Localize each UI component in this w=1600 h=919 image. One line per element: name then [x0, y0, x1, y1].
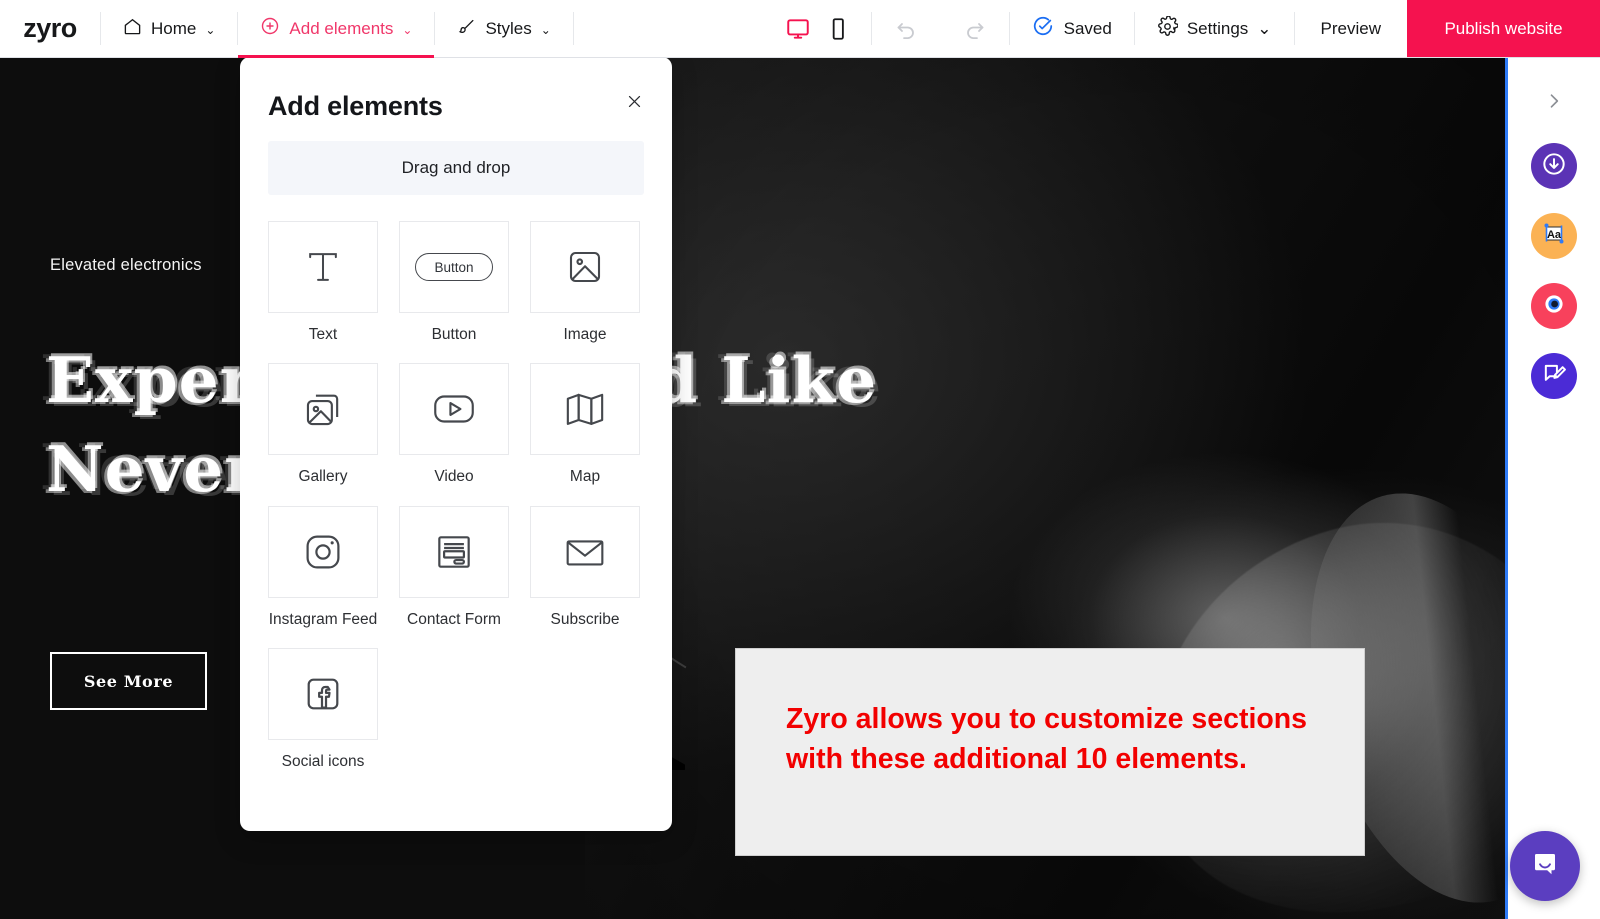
element-tile-label: Button [431, 326, 477, 343]
element-tile-label: Gallery [298, 468, 348, 486]
nav-item-add-elements[interactable]: Add elements ⌄ [238, 0, 435, 58]
publish-label: Publish website [1444, 18, 1563, 38]
elements-grid: Text Button Button Image Gallery Video M… [268, 221, 644, 791]
saved-status[interactable]: Saved [1010, 0, 1134, 57]
device-toggle-group [765, 0, 871, 57]
element-tile-label: Text [308, 326, 338, 343]
preview-button[interactable]: Preview [1295, 0, 1407, 57]
undo-redo-group [872, 0, 1009, 57]
nav-item-styles-label: Styles [485, 18, 532, 38]
tile-icon-box [399, 505, 509, 598]
nav-item-home[interactable]: Home ⌄ [101, 0, 237, 57]
chevron-down-icon: ⌄ [540, 22, 551, 37]
chevron-right-icon[interactable] [1539, 86, 1569, 116]
panel-title: Add elements [268, 91, 443, 121]
drag-and-drop-label: Drag and drop [401, 158, 511, 177]
element-tile-image[interactable]: Image [530, 221, 640, 345]
brush-icon [457, 17, 476, 41]
download-button[interactable] [1531, 143, 1577, 189]
drag-and-drop-zone[interactable]: Drag and drop [268, 141, 644, 195]
element-tile-social-icons[interactable]: Social icons [268, 648, 378, 772]
add-elements-panel[interactable]: Add elements Drag and drop Text Button B… [240, 57, 672, 831]
gear-icon [1157, 14, 1179, 42]
publish-website-button[interactable]: Publish website [1407, 0, 1600, 57]
element-tile-instagram-feed[interactable]: Instagram Feed [268, 505, 378, 630]
eye-icon [1539, 289, 1569, 324]
home-icon [123, 17, 142, 41]
top-toolbar: zyro Home ⌄ Add elements ⌄ Styles ⌄ Save… [0, 0, 1600, 58]
chat-launcher-button[interactable] [1510, 831, 1580, 901]
button-icon-label: Button [434, 259, 474, 275]
chat-bubble-icon [1528, 847, 1562, 886]
element-tile-label: Subscribe [550, 610, 620, 628]
plus-circle-icon [260, 16, 280, 41]
chevron-down-icon: ⌄ [205, 22, 216, 37]
ai-writer-button[interactable] [1531, 353, 1577, 399]
panel-header: Add elements [240, 57, 672, 122]
element-tile-label: Instagram Feed [268, 610, 378, 628]
element-tile-label: Contact Form [407, 610, 501, 628]
undo-icon[interactable] [872, 17, 940, 41]
settings-label: Settings [1186, 18, 1249, 38]
tile-icon-box [268, 363, 378, 456]
tile-icon-box: Button [399, 221, 509, 313]
nav-item-styles[interactable]: Styles ⌄ [435, 0, 572, 57]
element-tile-contact-form[interactable]: Contact Form [399, 505, 509, 630]
tile-icon-box [399, 363, 509, 456]
see-more-button[interactable]: See More [50, 652, 207, 710]
tile-icon-box [268, 648, 378, 741]
chevron-down-icon: ⌄ [402, 22, 413, 37]
right-sidebar: Aa [1505, 58, 1600, 919]
see-more-label: See More [83, 671, 174, 691]
desktop-view-icon[interactable] [785, 16, 811, 42]
tile-icon-box [268, 505, 378, 598]
text-frame-aa-icon: Aa [1539, 219, 1569, 254]
element-tile-label: Video [434, 468, 474, 486]
element-tile-map[interactable]: Map [530, 363, 640, 487]
settings-menu[interactable]: Settings ⌄ [1135, 0, 1294, 57]
preview-label: Preview [1320, 18, 1381, 38]
tile-icon-box [530, 221, 640, 313]
element-tile-video[interactable]: Video [399, 363, 509, 487]
mobile-view-icon[interactable] [825, 16, 851, 42]
element-tile-label: Image [563, 326, 607, 343]
element-tile-text[interactable]: Text [268, 221, 378, 345]
svg-text:Aa: Aa [1547, 229, 1562, 241]
element-tile-label: Map [569, 468, 601, 486]
tile-icon-box [530, 505, 640, 598]
edit-message-icon [1540, 360, 1568, 393]
hero-eyebrow-text[interactable]: Elevated electronics [50, 256, 202, 275]
heatmap-eye-button[interactable] [1531, 283, 1577, 329]
annotation-text: Zyro allows you to customize sections wi… [786, 703, 1308, 776]
saved-label: Saved [1063, 18, 1112, 38]
element-tile-subscribe[interactable]: Subscribe [530, 505, 640, 630]
tile-icon-box [268, 221, 378, 313]
tile-icon-box [530, 363, 640, 456]
button-icon: Button [415, 253, 493, 281]
nav-item-home-label: Home [151, 18, 197, 38]
close-icon[interactable] [620, 87, 648, 115]
brand-logo[interactable]: zyro [0, 0, 100, 57]
check-circle-icon [1032, 15, 1054, 42]
nav-item-add-elements-label: Add elements [289, 18, 394, 38]
toolbar-right-group: Saved Settings ⌄ Preview Publish website [765, 0, 1600, 57]
element-tile-button[interactable]: Button Button [399, 221, 509, 345]
element-tile-gallery[interactable]: Gallery [268, 363, 378, 487]
annotation-callout: Zyro allows you to customize sections wi… [735, 648, 1365, 856]
element-tile-label: Social icons [281, 753, 365, 771]
redo-icon[interactable] [941, 17, 1009, 41]
text-frame-button[interactable]: Aa [1531, 213, 1577, 259]
chevron-down-icon: ⌄ [1257, 18, 1272, 38]
brand-logo-text: zyro [23, 13, 77, 43]
download-circle-icon [1540, 150, 1568, 183]
